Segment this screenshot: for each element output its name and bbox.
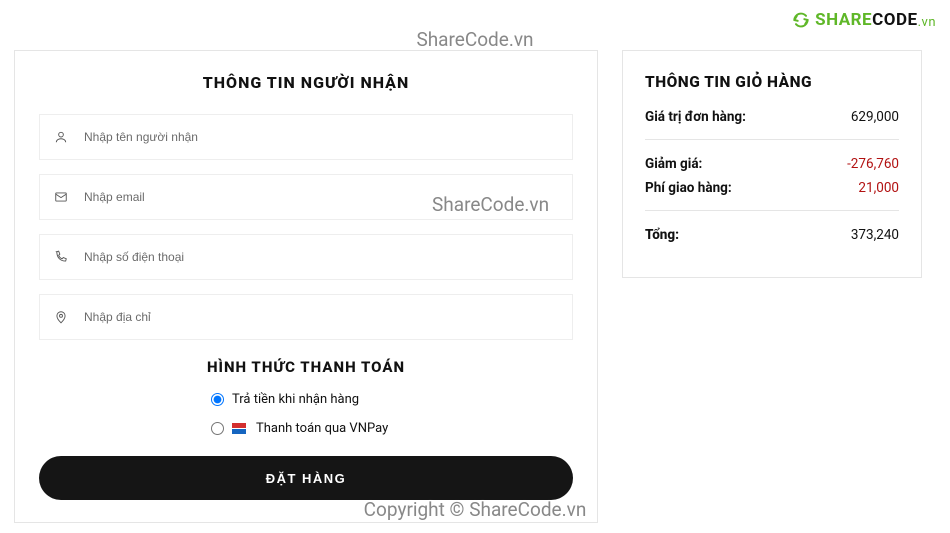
name-field[interactable]	[39, 114, 573, 160]
address-field[interactable]	[39, 294, 573, 340]
address-input[interactable]	[76, 295, 558, 339]
total-label: Tổng:	[645, 227, 679, 243]
recycle-icon	[791, 10, 811, 30]
payment-option-vnpay[interactable]: Thanh toán qua VNPay	[211, 421, 573, 436]
payment-title: HÌNH THỨC THANH TOÁN	[39, 358, 573, 376]
phone-icon	[54, 250, 76, 264]
payment-options: Trả tiền khi nhận hàng Thanh toán qua VN…	[211, 392, 573, 436]
brand-share: SHARE	[815, 10, 872, 30]
total-value: 373,240	[851, 227, 899, 243]
recipient-title: THÔNG TIN NGƯỜI NHẬN	[39, 73, 573, 92]
shipping-value: 21,000	[858, 180, 899, 196]
brand-vn: .vn	[918, 15, 936, 30]
email-field[interactable]	[39, 174, 573, 220]
radio-cod-label: Trả tiền khi nhận hàng	[232, 392, 359, 407]
radio-vnpay[interactable]	[211, 422, 224, 435]
email-input[interactable]	[76, 175, 558, 219]
submit-button[interactable]: ĐẶT HÀNG	[39, 456, 573, 500]
separator	[645, 210, 899, 211]
order-value-label: Giá trị đơn hàng:	[645, 109, 746, 125]
cart-row-order-value: Giá trị đơn hàng: 629,000	[645, 109, 899, 125]
payment-option-cod[interactable]: Trả tiền khi nhận hàng	[211, 392, 573, 407]
name-input[interactable]	[76, 115, 558, 159]
brand-logo: SHARECODE.vn	[791, 10, 936, 30]
order-value: 629,000	[851, 109, 899, 125]
shipping-label: Phí giao hàng:	[645, 180, 732, 196]
cart-row-discount: Giảm giá: -276,760	[645, 156, 899, 172]
cart-card: THÔNG TIN GIỎ HÀNG Giá trị đơn hàng: 629…	[622, 50, 922, 278]
phone-field[interactable]	[39, 234, 573, 280]
radio-cod[interactable]	[211, 393, 224, 406]
cart-row-shipping: Phí giao hàng: 21,000	[645, 180, 899, 196]
phone-input[interactable]	[76, 235, 558, 279]
discount-label: Giảm giá:	[645, 156, 702, 172]
vnpay-icon	[232, 423, 246, 435]
separator	[645, 139, 899, 140]
pin-icon	[54, 310, 76, 324]
user-icon	[54, 130, 76, 144]
mail-icon	[54, 190, 76, 204]
cart-title: THÔNG TIN GIỎ HÀNG	[645, 73, 899, 91]
brand-code: CODE	[872, 10, 917, 30]
cart-row-total: Tổng: 373,240	[645, 227, 899, 243]
radio-vnpay-label: Thanh toán qua VNPay	[256, 421, 388, 436]
discount-value: -276,760	[847, 156, 899, 172]
recipient-card: THÔNG TIN NGƯỜI NHẬN HÌNH THỨC	[14, 50, 598, 523]
